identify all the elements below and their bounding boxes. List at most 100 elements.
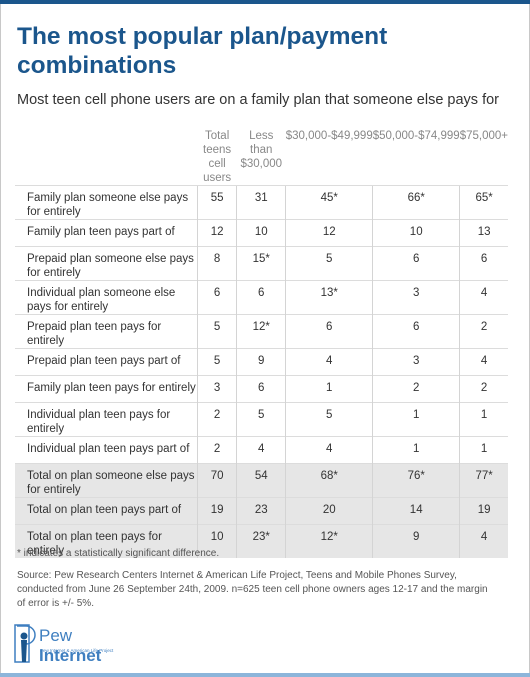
- cell-value: 15*: [236, 246, 286, 281]
- column-header: $75,000+: [459, 130, 508, 142]
- bottom-bar: [0, 673, 530, 677]
- cell-value: 19: [196, 497, 237, 525]
- cell-value: 55: [196, 185, 237, 220]
- cell-value: 12*: [236, 314, 286, 349]
- cell-value: 4: [459, 280, 508, 315]
- cell-value: 45*: [285, 185, 373, 220]
- table-row: Prepaid plan teen pays for entirely 5 12* 6…: [15, 314, 508, 349]
- cell-value: 4: [236, 436, 286, 464]
- cell-value: 6: [372, 314, 460, 349]
- cell-value: 54: [236, 463, 286, 498]
- subtitle: Most teen cell phone users are on a fami…: [17, 92, 499, 108]
- cell-value: 70: [196, 463, 237, 498]
- cell-value: 76*: [372, 463, 460, 498]
- page-title: The most popular plan/payment combinatio…: [17, 23, 388, 79]
- data-table: Total teens cell users Less than $30,000 $…: [15, 129, 508, 558]
- cell-value: 3: [196, 375, 237, 403]
- cell-value: 3: [372, 348, 460, 376]
- cell-value: 77*: [459, 463, 508, 498]
- table-row: Prepaid plan teen pays part of 5 9 4 3 4: [15, 348, 508, 376]
- cell-value: 2: [459, 314, 508, 349]
- cell-value: 5: [285, 246, 373, 281]
- column-header: Less than $30,000: [240, 130, 283, 170]
- cell-value: 14: [372, 497, 460, 525]
- cell-value: 2: [459, 375, 508, 403]
- cell-value: 5: [196, 314, 237, 349]
- cell-value: 6: [372, 246, 460, 281]
- cell-value: 23*: [236, 524, 286, 558]
- column-header: $30,000-$49,999: [285, 130, 373, 142]
- cell-value: 4: [459, 348, 508, 376]
- cell-value: 66*: [372, 185, 460, 220]
- column-header: Total teens cell users: [203, 130, 232, 184]
- row-label: Individual plan someone else pays for en…: [15, 280, 198, 315]
- cell-value: 13*: [285, 280, 373, 315]
- row-label: Family plan someone else pays for entire…: [15, 185, 198, 220]
- logo-word-pew: Pew: [39, 626, 73, 645]
- cell-value: 68*: [285, 463, 373, 498]
- row-label: Family plan teen pays for entirely: [15, 375, 198, 403]
- total-row: Total on plan someone else pays for enti…: [15, 463, 508, 498]
- cell-value: 20: [285, 497, 373, 525]
- cell-value: 1: [372, 436, 460, 464]
- cell-value: 10: [236, 219, 286, 247]
- cell-value: 4: [459, 524, 508, 558]
- cell-value: 1: [459, 402, 508, 437]
- row-label: Prepaid plan teen pays for entirely: [15, 314, 198, 349]
- cell-value: 12*: [285, 524, 373, 558]
- cell-value: 5: [236, 402, 286, 437]
- pew-logo-icon: [14, 624, 36, 663]
- table-row: Family plan teen pays part of 12 10 12 10 13: [15, 219, 508, 247]
- row-label: Total on plan teen pays part of: [15, 497, 198, 525]
- cell-value: 6: [236, 375, 286, 403]
- cell-value: 23: [236, 497, 286, 525]
- table-row: Prepaid plan someone else pays for entir…: [15, 246, 508, 281]
- cell-value: 12: [285, 219, 373, 247]
- column-header: $50,000-$74,999: [372, 130, 460, 142]
- cell-value: 6: [196, 280, 237, 315]
- cell-value: 8: [196, 246, 237, 281]
- cell-value: 1: [372, 402, 460, 437]
- row-label: Total on plan someone else pays for enti…: [15, 463, 198, 498]
- table-row: Individual plan teen pays for entirely 2 5…: [15, 402, 508, 437]
- row-label: Family plan teen pays part of: [15, 219, 198, 247]
- table-row: Family plan teen pays for entirely 3 6 1 2 2: [15, 375, 508, 403]
- row-label: Prepaid plan someone else pays for entir…: [15, 246, 198, 281]
- pew-internet-logo: Pew Internet Pew Internet & American Lif…: [14, 624, 124, 666]
- row-label: Individual plan teen pays for entirely: [15, 402, 198, 437]
- cell-value: 10: [372, 219, 460, 247]
- total-row: Total on plan teen pays part of 19 23 20 14 1…: [15, 497, 508, 525]
- cell-value: 12: [196, 219, 237, 247]
- cell-value: 31: [236, 185, 286, 220]
- header-row: Total teens cell users Less than $30,000 $…: [15, 129, 508, 186]
- table-row: Individual plan teen pays part of 2 4 4 1 1: [15, 436, 508, 464]
- cell-value: 6: [459, 246, 508, 281]
- cell-value: 5: [285, 402, 373, 437]
- cell-value: 1: [285, 375, 373, 403]
- cell-value: 65*: [459, 185, 508, 220]
- cell-value: 2: [196, 402, 237, 437]
- row-label: Individual plan teen pays part of: [15, 436, 198, 464]
- footnote: * indicates a statistically significant …: [17, 548, 220, 559]
- cell-value: 4: [285, 436, 373, 464]
- cell-value: 9: [372, 524, 460, 558]
- table-row: Individual plan someone else pays for en…: [15, 280, 508, 315]
- source-note: Source: Pew Research Centers Internet & …: [17, 570, 488, 609]
- header-blank: [15, 129, 198, 186]
- cell-value: 2: [196, 436, 237, 464]
- logo-tagline: Pew Internet & American Life Project: [40, 648, 114, 653]
- cell-value: 1: [459, 436, 508, 464]
- cell-value: 13: [459, 219, 508, 247]
- cell-value: 6: [285, 314, 373, 349]
- table-row: Family plan someone else pays for entire…: [15, 185, 508, 220]
- cell-value: 9: [236, 348, 286, 376]
- cell-value: 2: [372, 375, 460, 403]
- cell-value: 4: [285, 348, 373, 376]
- logo-wordmark: Pew Internet: [39, 626, 124, 666]
- row-label: Prepaid plan teen pays part of: [15, 348, 198, 376]
- cell-value: 5: [196, 348, 237, 376]
- cell-value: 19: [459, 497, 508, 525]
- cell-value: 3: [372, 280, 460, 315]
- top-bar: [0, 0, 530, 4]
- cell-value: 6: [236, 280, 286, 315]
